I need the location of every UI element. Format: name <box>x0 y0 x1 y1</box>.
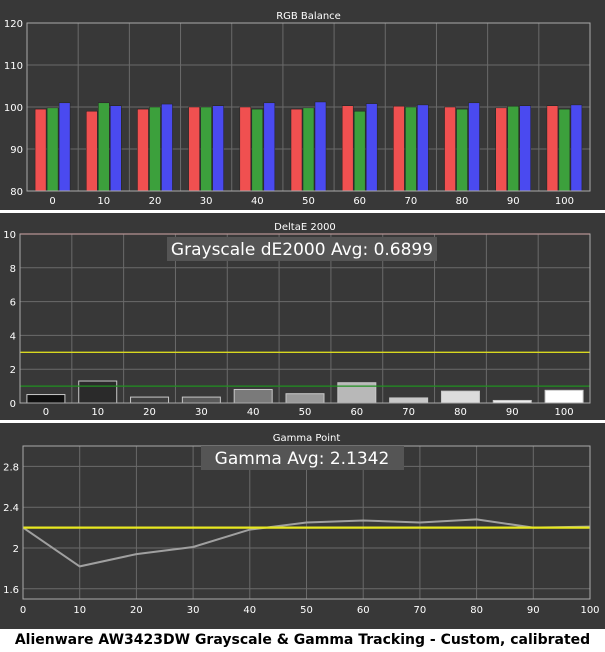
x-tick-label: 80 <box>454 407 467 418</box>
bar-green <box>558 108 571 192</box>
panel-title: RGB Balance <box>276 11 341 22</box>
x-tick-label: 80 <box>470 605 483 616</box>
bar-green <box>200 106 212 192</box>
x-tick-label: 70 <box>404 196 417 207</box>
bar-blue <box>519 105 531 192</box>
x-tick-label: 0 <box>20 605 26 616</box>
bar-red <box>239 106 252 192</box>
bar-red <box>546 105 559 192</box>
x-tick-label: 10 <box>91 407 104 418</box>
y-tick-label: 120 <box>4 19 23 30</box>
bar-green <box>46 107 59 192</box>
bar-blue <box>212 105 224 192</box>
x-tick-label: 100 <box>555 196 574 207</box>
bar-red <box>495 107 507 192</box>
y-tick-label: 2.4 <box>3 503 19 514</box>
x-tick-label: 80 <box>456 196 469 207</box>
bar-red <box>188 106 200 192</box>
bar-blue <box>468 102 480 192</box>
bar-red <box>341 105 354 192</box>
deltae-bar <box>285 393 325 404</box>
bar-red <box>393 105 405 192</box>
y-tick-label: 1.6 <box>3 585 19 596</box>
x-tick-label: 70 <box>414 605 427 616</box>
x-tick-label: 50 <box>300 605 313 616</box>
bar-red <box>137 108 149 192</box>
x-tick-label: 10 <box>97 196 110 207</box>
x-tick-label: 30 <box>200 196 213 207</box>
bar-red <box>86 110 98 192</box>
y-tick-label: 2 <box>13 544 19 555</box>
bar-red <box>34 108 47 192</box>
x-tick-label: 10 <box>73 605 86 616</box>
deltae-bar <box>181 396 221 404</box>
y-tick-label: 100 <box>4 103 23 114</box>
x-tick-label: 90 <box>507 196 520 207</box>
y-tick-label: 110 <box>4 61 23 72</box>
bar-green <box>98 102 110 192</box>
bar-blue <box>161 103 173 192</box>
x-tick-label: 60 <box>353 196 366 207</box>
y-tick-label: 2 <box>10 365 16 376</box>
x-tick-label: 40 <box>251 196 264 207</box>
y-tick-label: 10 <box>3 230 16 241</box>
y-tick-label: 4 <box>10 331 16 342</box>
bar-green <box>251 108 264 192</box>
bar-red <box>444 106 456 192</box>
bar-green <box>353 110 366 192</box>
bar-blue <box>263 102 276 192</box>
bar-red <box>290 108 303 192</box>
deltae-bar <box>130 396 170 404</box>
bar-green <box>149 106 161 192</box>
deltae-bar <box>26 394 66 404</box>
x-tick-label: 70 <box>402 407 415 418</box>
x-tick-label: 90 <box>506 407 519 418</box>
x-tick-label: 0 <box>49 196 55 207</box>
panel-title: DeltaE 2000 <box>274 222 336 233</box>
bar-blue <box>314 101 327 192</box>
deltae-bar <box>78 380 118 404</box>
x-tick-label: 40 <box>243 605 256 616</box>
x-tick-label: 40 <box>247 407 260 418</box>
deltae-bar <box>389 397 429 404</box>
bar-blue <box>417 104 429 192</box>
x-tick-label: 0 <box>43 407 49 418</box>
bar-blue <box>110 105 122 192</box>
deltae-bar <box>440 390 480 404</box>
y-tick-label: 80 <box>10 187 23 198</box>
x-tick-label: 50 <box>302 196 315 207</box>
x-tick-label: 100 <box>555 407 574 418</box>
x-tick-label: 100 <box>580 605 599 616</box>
deltae-bar <box>233 388 273 404</box>
x-tick-label: 20 <box>130 605 143 616</box>
x-tick-label: 20 <box>149 196 162 207</box>
deltae-bar <box>544 389 584 404</box>
x-tick-label: 60 <box>350 407 363 418</box>
x-tick-label: 20 <box>143 407 156 418</box>
y-tick-label: 90 <box>10 145 23 156</box>
bar-blue <box>570 104 583 192</box>
x-tick-label: 30 <box>187 605 200 616</box>
x-tick-label: 50 <box>299 407 312 418</box>
bar-green <box>456 108 468 192</box>
y-tick-label: 8 <box>10 264 16 275</box>
annotation-text: Gamma Avg: 2.1342 <box>215 449 390 469</box>
annotation-text: Grayscale dE2000 Avg: 0.6899 <box>171 240 433 260</box>
bar-blue <box>365 103 378 192</box>
y-tick-label: 6 <box>10 298 16 309</box>
bar-blue <box>58 102 71 192</box>
bar-green <box>302 107 315 192</box>
panel-title: Gamma Point <box>273 433 341 444</box>
figure-caption: Alienware AW3423DW Grayscale & Gamma Tra… <box>14 632 591 648</box>
bar-green <box>507 105 519 192</box>
y-tick-label: 2.8 <box>3 462 19 473</box>
bar-green <box>405 106 417 192</box>
x-tick-label: 30 <box>195 407 208 418</box>
calibration-charts: RGB Balance80901001101200 10 20 30 40 50 60 70 8… <box>0 0 605 629</box>
y-tick-label: 0 <box>10 399 16 410</box>
x-tick-label: 60 <box>357 605 370 616</box>
x-tick-label: 90 <box>527 605 540 616</box>
